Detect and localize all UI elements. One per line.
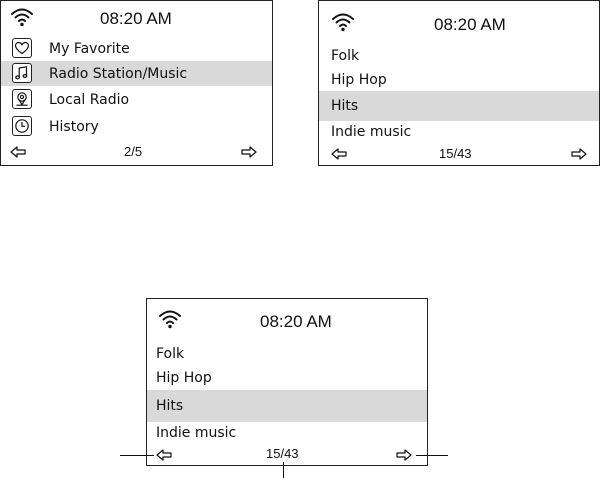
genre-item-hip-hop[interactable]: Hip Hop — [147, 366, 427, 390]
genre-item-hits[interactable]: Hits — [147, 390, 427, 422]
right-arrow-icon[interactable] — [241, 146, 257, 158]
callout-line-page-indicator — [283, 462, 284, 478]
genre-label: Indie music — [156, 425, 237, 441]
genre-item-hip-hop[interactable]: Hip Hop — [319, 67, 599, 92]
genre-label: Indie music — [331, 124, 412, 140]
right-arrow-icon[interactable] — [396, 449, 412, 461]
menu-item-label: Radio Station/Music — [49, 66, 188, 82]
wifi-icon — [332, 13, 354, 32]
genre-label: Hits — [331, 98, 359, 114]
genre-item-folk[interactable]: Folk — [319, 43, 599, 68]
genre-item-folk[interactable]: Folk — [147, 341, 427, 366]
left-arrow-icon[interactable] — [10, 146, 26, 158]
left-arrow-icon[interactable] — [331, 148, 347, 160]
genre-item-indie-music[interactable]: Indie music — [147, 422, 427, 444]
genre-item-hits[interactable]: Hits — [319, 91, 599, 121]
genre-screen: 08:20 AM Folk Hip Hop Hits Indie music 1… — [318, 0, 600, 166]
music-note-icon — [12, 63, 32, 83]
wifi-icon — [11, 8, 33, 27]
clock-time: 08:20 AM — [434, 15, 506, 34]
genre-screen-annotated: 08:20 AM Folk Hip Hop Hits Indie music 1… — [146, 298, 428, 466]
page-indicator: 2/5 — [124, 144, 143, 159]
genre-item-indie-music[interactable]: Indie music — [319, 121, 599, 144]
menu-item-history[interactable]: History — [1, 114, 272, 139]
callout-line-left-arrow — [120, 455, 154, 456]
clock-time: 08:20 AM — [260, 312, 332, 331]
wifi-icon — [159, 310, 181, 329]
menu-item-radio-station-music[interactable]: Radio Station/Music — [1, 61, 272, 86]
clock-icon — [12, 116, 32, 136]
page-indicator: 15/43 — [439, 146, 472, 161]
menu-item-local-radio[interactable]: Local Radio — [1, 87, 272, 112]
clock-time: 08:20 AM — [100, 9, 172, 28]
genre-label: Folk — [331, 48, 360, 64]
menu-item-label: History — [49, 119, 99, 135]
heart-icon — [12, 38, 32, 58]
right-arrow-icon[interactable] — [571, 148, 587, 160]
menu-item-label: My Favorite — [49, 41, 130, 57]
genre-label: Hip Hop — [156, 370, 212, 386]
genre-label: Hip Hop — [331, 72, 387, 88]
callout-line-right-arrow — [416, 455, 448, 456]
page-indicator: 15/43 — [266, 446, 299, 461]
left-arrow-icon[interactable] — [156, 449, 172, 461]
menu-item-my-favorite[interactable]: My Favorite — [1, 36, 272, 61]
location-pin-icon — [12, 89, 32, 109]
genre-label: Folk — [156, 346, 185, 362]
menu-item-label: Local Radio — [49, 92, 130, 108]
genre-label: Hits — [156, 398, 184, 414]
menu-screen: 08:20 AM My Favorite Radio Station/Music… — [0, 0, 273, 166]
